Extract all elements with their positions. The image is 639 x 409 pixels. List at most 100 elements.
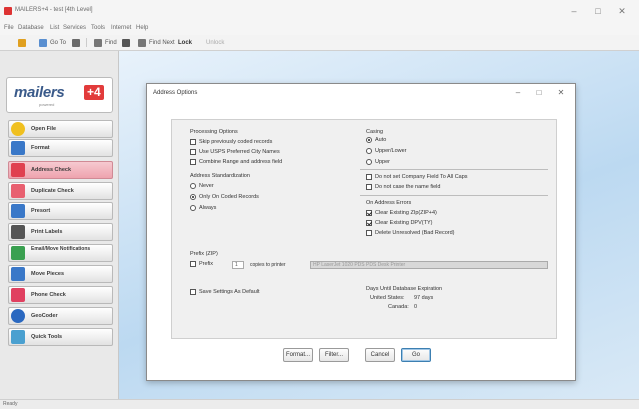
menu-internet[interactable]: Internet: [111, 25, 131, 31]
sidebar-item-duplicate-check[interactable]: Duplicate Check: [8, 182, 113, 200]
toolbar-lock-button[interactable]: Lock: [178, 37, 192, 48]
toolbar-grid-button[interactable]: [72, 37, 80, 48]
toolbar-find-button[interactable]: Find: [94, 37, 117, 48]
sidebar-item-print-labels[interactable]: Print Labels: [8, 223, 113, 241]
standardize-always-radio[interactable]: Always: [190, 205, 216, 211]
title-bar: MAILERS+4 - test [4th Level] – □ ✕: [0, 0, 639, 22]
toolbar-unlock-button[interactable]: Unlock: [206, 37, 224, 48]
go-button[interactable]: Go: [401, 348, 431, 362]
menu-help[interactable]: Help: [136, 25, 148, 31]
close-button[interactable]: ✕: [614, 4, 630, 18]
standardize-coded-radio[interactable]: Only On Coded Records: [190, 194, 259, 200]
radio: [366, 137, 372, 143]
cancel-button[interactable]: Cancel: [365, 348, 395, 362]
checkbox: [190, 139, 196, 145]
printer-select[interactable]: HP LaserJet 1020 PDS PDS Desk Printer: [310, 261, 548, 269]
divider: [360, 169, 548, 170]
company-caps-checkbox[interactable]: Do not set Company Field To All Caps: [366, 174, 468, 180]
checkbox: [366, 184, 372, 190]
usps-city-checkbox[interactable]: Use USPS Preferred City Names: [190, 149, 280, 155]
sidebar-item-open-file[interactable]: Open File: [8, 120, 113, 138]
phone-check-icon: [11, 288, 25, 302]
combine-range-checkbox[interactable]: Combine Range and address field: [190, 159, 282, 165]
expiration-title: Days Until Database Expiration: [366, 286, 443, 292]
menu-tools[interactable]: Tools: [91, 25, 105, 31]
folder-icon: [18, 38, 26, 47]
radio: [366, 148, 372, 154]
skip-coded-checkbox[interactable]: Skip previously coded records: [190, 139, 272, 145]
sidebar-item-geocoder[interactable]: GeoCoder: [8, 307, 113, 325]
standardize-never-radio[interactable]: Never: [190, 183, 214, 189]
casing-upper-radio[interactable]: Upper: [366, 159, 390, 165]
menu-bar: File Database List Services Tools Intern…: [0, 22, 639, 35]
toolbar-separator: [86, 38, 87, 47]
logo-subtitle: powered: [39, 102, 55, 107]
quick-tools-icon: [11, 330, 25, 344]
goto-icon: [39, 38, 47, 47]
radio: [366, 159, 372, 165]
logo-text: mailers: [14, 84, 65, 101]
logo-badge: +4: [84, 85, 104, 100]
casing-label: Casing: [366, 129, 384, 135]
toolbar-open-button[interactable]: [18, 37, 26, 48]
dialog-close-button[interactable]: ✕: [554, 87, 568, 99]
duplicate-check-icon: [11, 184, 25, 198]
casing-auto-radio[interactable]: Auto: [366, 137, 386, 143]
delete-unresolved-checkbox[interactable]: Delete Unresolved (Bad Record): [366, 230, 454, 236]
checkbox: [190, 289, 196, 295]
save-default-checkbox[interactable]: Save Settings As Default: [190, 289, 260, 295]
find-next-icon: [138, 38, 146, 47]
open-file-icon: [11, 122, 25, 136]
prefix-section-label: Prefix (ZIP): [190, 251, 218, 257]
sidebar-item-quick-tools[interactable]: Quick Tools: [8, 328, 113, 346]
filter-button[interactable]: Filter...: [319, 348, 349, 362]
radio: [190, 183, 196, 189]
find-icon: [94, 38, 102, 47]
checkbox: [366, 230, 372, 236]
menu-file[interactable]: File: [4, 25, 14, 31]
binoculars-icon: [122, 38, 130, 47]
toolbar-goto-button[interactable]: Go To: [39, 37, 66, 48]
sidebar-item-presort[interactable]: Presort: [8, 202, 113, 220]
casing-upper-lower-radio[interactable]: Upper/Lower: [366, 148, 407, 154]
sidebar: mailers +4 powered Open File Format Addr…: [0, 51, 119, 399]
menu-list[interactable]: List: [50, 25, 59, 31]
grid-icon: [72, 38, 80, 47]
maximize-button[interactable]: □: [590, 4, 606, 18]
no-case-name-checkbox[interactable]: Do not case the name field: [366, 184, 440, 190]
print-labels-icon: [11, 225, 25, 239]
sidebar-item-move-pieces[interactable]: Move Pieces: [8, 265, 113, 283]
divider: [360, 195, 548, 196]
dialog-minimize-button[interactable]: –: [511, 87, 525, 99]
copies-caption: copies to printer: [250, 262, 286, 268]
prefix-copies-field[interactable]: 1: [232, 261, 244, 269]
address-options-dialog: Address Options – □ ✕ Processing Options…: [146, 83, 576, 381]
menu-services[interactable]: Services: [63, 25, 86, 31]
menu-database[interactable]: Database: [18, 25, 44, 31]
prefix-checkbox[interactable]: Prefix: [190, 261, 213, 267]
checkbox: [366, 220, 372, 226]
sidebar-item-address-check[interactable]: Address Check: [8, 161, 113, 179]
toolbar: Go To Find Find Next Lock Unlock: [0, 35, 639, 51]
format-button[interactable]: Format...: [283, 348, 313, 362]
move-pieces-icon: [11, 267, 25, 281]
clear-zip-checkbox[interactable]: Clear Existing ZIp(ZIP+4): [366, 210, 437, 216]
dialog-maximize-button[interactable]: □: [532, 87, 546, 99]
sidebar-item-email-move[interactable]: Email/Move Notifications: [8, 244, 113, 262]
address-check-icon: [11, 163, 25, 177]
checkbox: [366, 174, 372, 180]
toolbar-binoculars-button[interactable]: [122, 37, 130, 48]
app-icon: [4, 7, 12, 15]
expiration-us-label: United States:: [370, 295, 405, 301]
minimize-button[interactable]: –: [566, 4, 582, 18]
checkbox: [366, 210, 372, 216]
mailers-logo: mailers +4 powered: [6, 77, 113, 113]
presort-icon: [11, 204, 25, 218]
radio: [190, 194, 196, 200]
toolbar-find-next-button[interactable]: Find Next: [138, 37, 175, 48]
sidebar-item-format[interactable]: Format: [8, 139, 113, 157]
dialog-options-panel: Processing Options Skip previously coded…: [171, 119, 557, 339]
sidebar-item-phone-check[interactable]: Phone Check: [8, 286, 113, 304]
expiration-ca-label: Canada:: [388, 304, 409, 310]
clear-dpv-checkbox[interactable]: Clear Existing DPV(TY): [366, 220, 432, 226]
